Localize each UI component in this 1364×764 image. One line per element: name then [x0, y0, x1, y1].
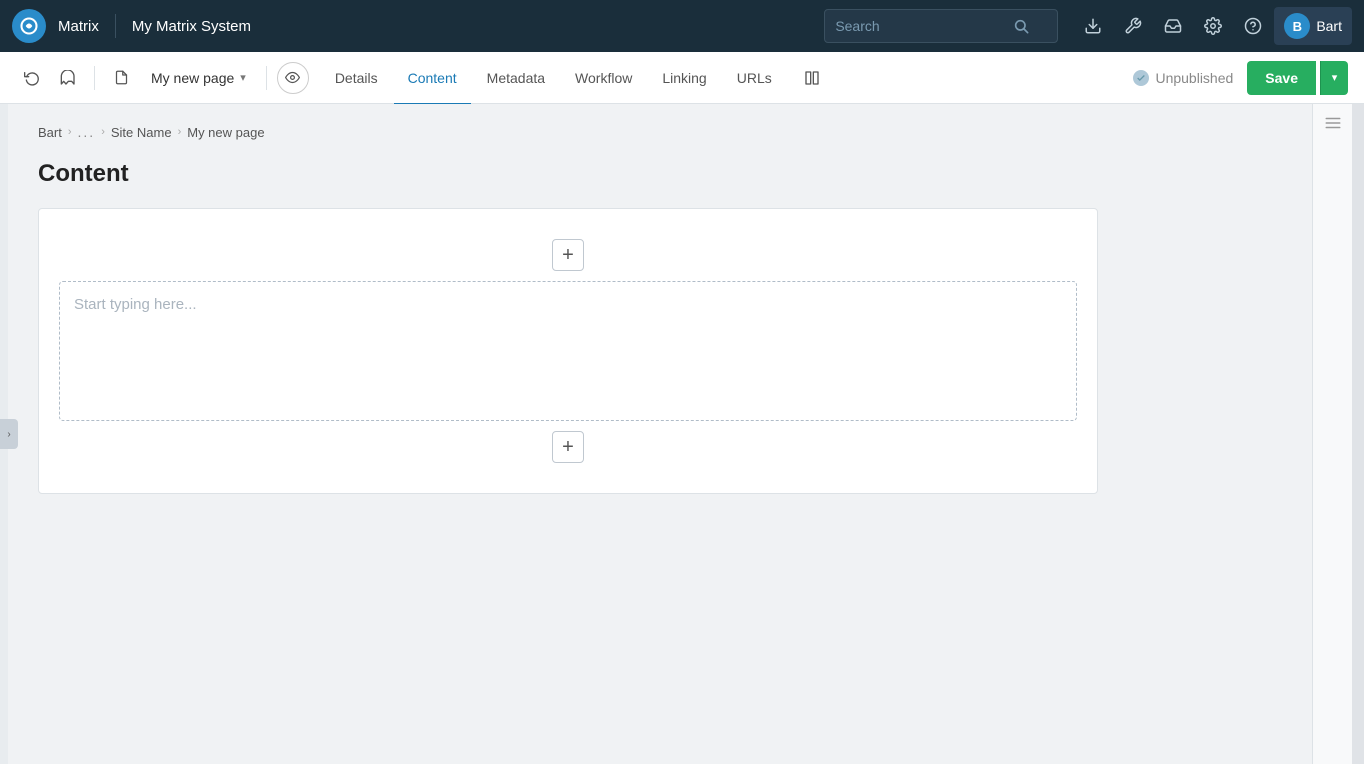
topbar-icons: B Bart	[1074, 7, 1352, 45]
tab-content[interactable]: Content	[394, 53, 471, 105]
ghost-icon[interactable]	[52, 62, 84, 94]
left-panel-toggle[interactable]: ›	[0, 419, 18, 449]
right-panel	[1312, 104, 1352, 764]
history-icon[interactable]	[16, 62, 48, 94]
search-icon[interactable]	[1013, 18, 1029, 34]
breadcrumb-chevron-3: ›	[178, 126, 182, 138]
editor-wrapper: + Start typing here... +	[38, 208, 1098, 494]
wrench-icon[interactable]	[1114, 7, 1152, 45]
second-toolbar: My new page ▾ Details Content Metadata W…	[0, 52, 1364, 104]
breadcrumb-chevron-2: ›	[101, 126, 105, 138]
add-block-bottom-button[interactable]: +	[552, 431, 584, 463]
settings-icon[interactable]	[1194, 7, 1232, 45]
inbox-icon[interactable]	[1154, 7, 1192, 45]
status-label: Unpublished	[1155, 70, 1233, 86]
page-icon	[105, 62, 137, 94]
save-dropdown-button[interactable]: ▾	[1320, 61, 1348, 95]
dropdown-icon: ▾	[1332, 71, 1338, 84]
status-dot	[1133, 70, 1149, 86]
save-button[interactable]: Save	[1247, 61, 1316, 95]
right-panel-lines-icon[interactable]	[1324, 114, 1342, 137]
breadcrumb-current-page[interactable]: My new page	[187, 125, 264, 140]
left-panel: ›	[0, 104, 8, 764]
download-icon[interactable]	[1074, 7, 1112, 45]
tab-linking[interactable]: Linking	[648, 53, 720, 105]
text-block-placeholder: Start typing here...	[74, 296, 197, 313]
preview-button[interactable]	[277, 62, 309, 94]
nav-divider	[115, 14, 116, 38]
scrollbar[interactable]	[1352, 104, 1364, 764]
chevron-down-icon: ▾	[240, 71, 246, 84]
page-name-button[interactable]: My new page ▾	[141, 62, 256, 94]
breadcrumb: Bart › ... › Site Name › My new page	[38, 124, 1282, 140]
tab-urls[interactable]: URLs	[723, 53, 786, 105]
user-name: Bart	[1316, 18, 1342, 34]
compare-icon[interactable]	[796, 62, 828, 94]
avatar: B	[1284, 13, 1310, 39]
tabs: Details Content Metadata Workflow Linkin…	[321, 51, 786, 105]
tab-details[interactable]: Details	[321, 53, 392, 105]
search-bar[interactable]	[824, 9, 1058, 43]
breadcrumb-bart[interactable]: Bart	[38, 125, 62, 140]
tab-workflow[interactable]: Workflow	[561, 53, 646, 105]
breadcrumb-chevron-1: ›	[68, 126, 72, 138]
status-badge: Unpublished	[1133, 70, 1233, 86]
toolbar-divider-1	[94, 66, 95, 90]
text-block[interactable]: Start typing here...	[59, 281, 1077, 421]
toolbar-divider-2	[266, 66, 267, 90]
breadcrumb-site-name[interactable]: Site Name	[111, 125, 172, 140]
add-block-top-button[interactable]: +	[552, 239, 584, 271]
breadcrumb-dots[interactable]: ...	[78, 124, 96, 140]
page-heading: Content	[38, 160, 1282, 188]
matrix-label: Matrix	[58, 18, 99, 35]
search-input[interactable]	[835, 18, 1005, 34]
logo[interactable]	[12, 9, 46, 43]
page-name-label: My new page	[151, 70, 234, 86]
content-area: Bart › ... › Site Name › My new page Con…	[8, 104, 1312, 764]
user-menu[interactable]: B Bart	[1274, 7, 1352, 45]
topbar: Matrix My Matrix System	[0, 0, 1364, 52]
system-name: My Matrix System	[132, 18, 251, 35]
main-area: › Bart › ... › Site Name › My new page C…	[0, 104, 1364, 764]
help-icon[interactable]	[1234, 7, 1272, 45]
tab-metadata[interactable]: Metadata	[473, 53, 559, 105]
